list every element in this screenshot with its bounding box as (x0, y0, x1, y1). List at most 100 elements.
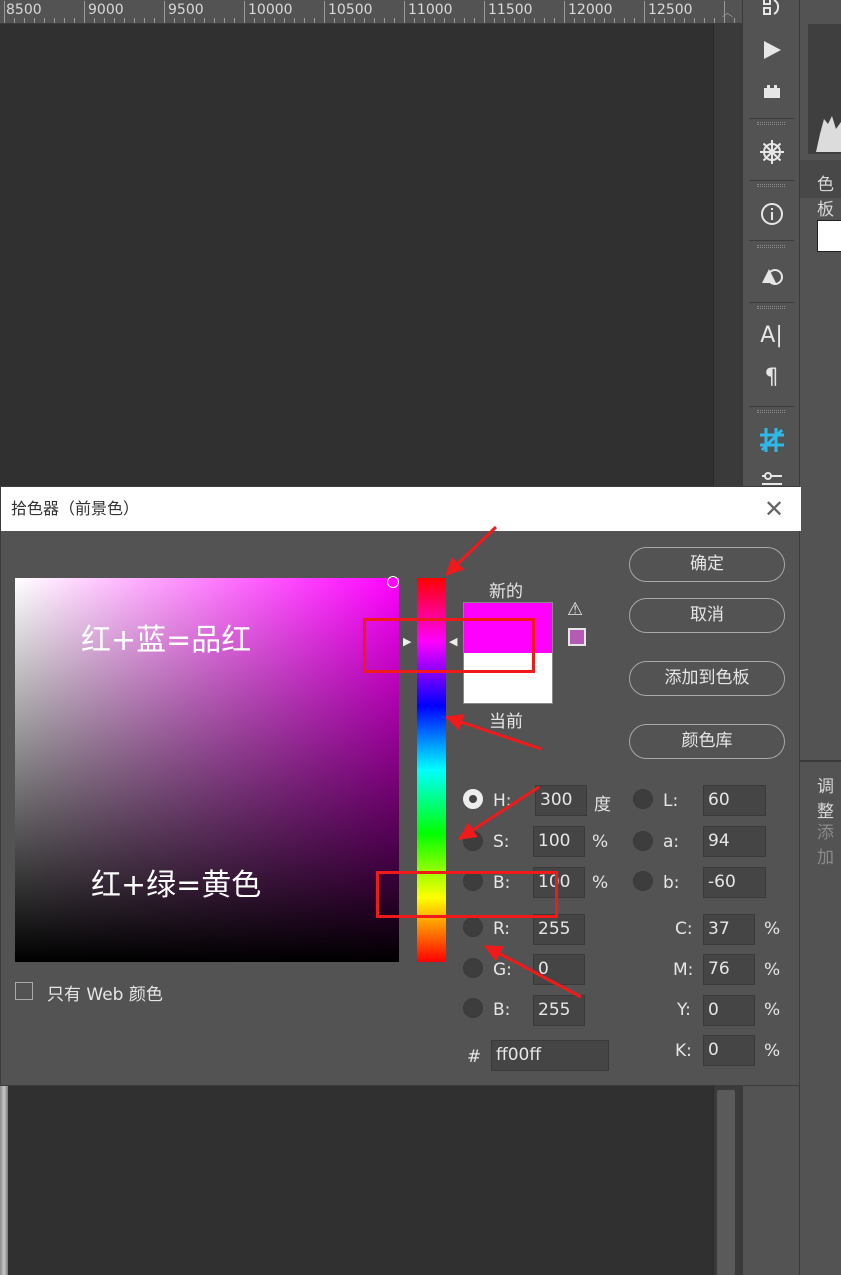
ruler-tick (634, 18, 635, 23)
paragraph-icon[interactable]: ¶ (743, 358, 800, 398)
ruler-tick (644, 1, 645, 23)
ruler-tick (4, 1, 5, 23)
panel-grip[interactable] (757, 184, 785, 187)
ruler-tick (684, 18, 685, 23)
grid-icon[interactable] (743, 420, 800, 460)
ruler-label: 10500 (328, 2, 373, 18)
panel-grip[interactable] (757, 410, 785, 413)
ruler-tick (324, 1, 325, 23)
ruler-tick (524, 18, 525, 23)
ruler-tick (554, 18, 555, 23)
ruler-tick (654, 18, 655, 23)
ruler-tick (624, 18, 625, 23)
ruler-tick (694, 18, 695, 23)
play-icon[interactable] (743, 30, 800, 70)
ruler-tick (334, 18, 335, 23)
ruler-tick (484, 1, 485, 23)
annotation-arrows (444, 525, 582, 999)
tab-swatches[interactable]: 色板 (817, 170, 841, 220)
ruler-label: 8500 (6, 2, 42, 18)
ruler-tick (224, 18, 225, 23)
ruler-tick (574, 18, 575, 23)
ruler-tick (154, 18, 155, 23)
ruler-tick (74, 18, 75, 23)
ruler-tick (674, 18, 675, 23)
wheel-icon[interactable] (743, 132, 800, 172)
ruler-tick (254, 18, 255, 23)
ruler-tick (264, 18, 265, 23)
ruler-tick (534, 18, 535, 23)
horizontal-ruler: 8500 9000 9500 10000 10500 11000 11500 1… (0, 0, 742, 24)
ruler-tick (364, 18, 365, 23)
ruler-tick (354, 18, 355, 23)
ruler-tick (164, 1, 165, 23)
ruler-tick (384, 18, 385, 23)
ruler-tick (424, 18, 425, 23)
panel-grip[interactable] (757, 306, 785, 309)
ruler-tick (104, 18, 105, 23)
info-icon[interactable] (743, 194, 800, 234)
ruler-tick (464, 18, 465, 23)
ruler-tick (54, 18, 55, 23)
annotation-arrowhead (458, 822, 478, 840)
ruler-tick (144, 18, 145, 23)
ruler-tick (174, 18, 175, 23)
ruler-tick (584, 18, 585, 23)
color-picker-dialog: 拾色器（前景色） ✕ 红+蓝=品红 红+绿=黄色 ▶ ◀ 新的 当前 ⚠ 确定 … (0, 486, 801, 1086)
ruler-tick (134, 18, 135, 23)
ruler-tick (84, 1, 85, 23)
plugin-icon[interactable] (743, 72, 800, 112)
ruler-tick (124, 18, 125, 23)
text-tool-icon[interactable]: A| (743, 316, 800, 356)
ruler-tick (604, 18, 605, 23)
ruler-tick (704, 18, 705, 23)
ruler-tick (494, 18, 495, 23)
ruler-tick (94, 18, 95, 23)
ruler-tick (24, 18, 25, 23)
tab-adjustments[interactable]: 调整 (817, 772, 841, 822)
scroll-up-icon[interactable]: ︿ (713, 4, 742, 24)
ruler-tick (114, 18, 115, 23)
ruler-tick (514, 18, 515, 23)
right-panel: 色板 调整 添加 (799, 0, 841, 1275)
panel-grip[interactable] (757, 122, 785, 125)
ruler-tick (64, 18, 65, 23)
ruler-label: 11500 (488, 2, 533, 18)
image-edge (0, 1086, 8, 1275)
shapes-icon[interactable] (743, 255, 800, 295)
ruler-tick (444, 18, 445, 23)
ruler-tick (244, 1, 245, 23)
ruler-tick (284, 18, 285, 23)
ruler-tick (304, 18, 305, 23)
ruler-tick (204, 18, 205, 23)
ruler-tick (434, 18, 435, 23)
ruler-tick (614, 18, 615, 23)
ruler-tick (664, 18, 665, 23)
ruler-tick (414, 18, 415, 23)
ruler-tick (394, 18, 395, 23)
ruler-tick (374, 18, 375, 23)
ruler-label: 12000 (568, 2, 613, 18)
histogram (808, 24, 841, 154)
ruler-tick (474, 18, 475, 23)
ruler-tick (34, 18, 35, 23)
ruler-label: 12500 (648, 2, 693, 18)
ruler-tick (44, 18, 45, 23)
panel-grip[interactable] (757, 245, 785, 248)
foreground-swatch[interactable] (817, 220, 841, 252)
ruler-label: 9000 (88, 2, 124, 18)
ruler-tick (454, 18, 455, 23)
rotate-history-icon[interactable] (743, 0, 800, 28)
ruler-label: 9500 (168, 2, 204, 18)
scrollbar-thumb[interactable] (717, 1090, 735, 1275)
ruler-tick (234, 18, 235, 23)
ruler-tick (504, 18, 505, 23)
ruler-tick (404, 1, 405, 23)
ruler-tick (14, 18, 15, 23)
ruler-label: 10000 (248, 2, 293, 18)
ruler-tick (294, 18, 295, 23)
ruler-tick (214, 18, 215, 23)
ruler-tick (544, 18, 545, 23)
ruler-label: 11000 (408, 2, 453, 18)
ruler-tick (314, 18, 315, 23)
